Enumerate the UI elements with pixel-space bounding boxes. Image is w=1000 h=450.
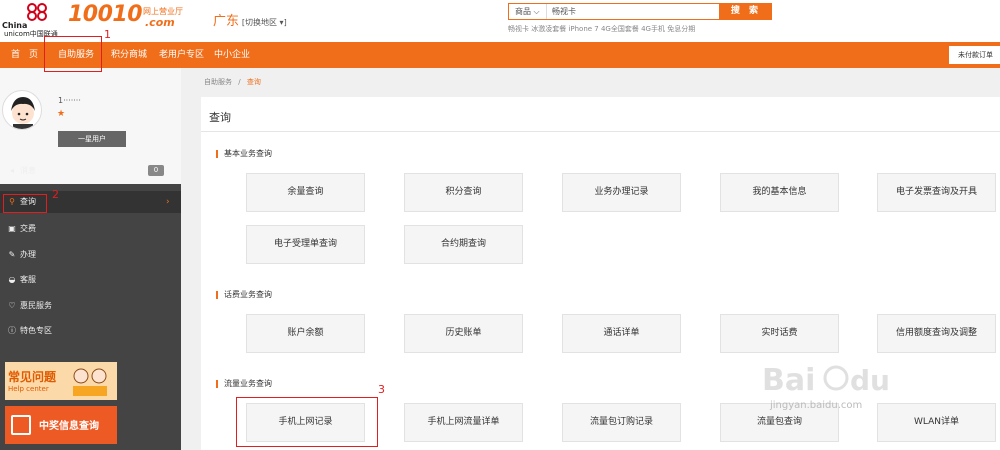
search-box: 商品 ⌵ — [508, 3, 720, 20]
heart-icon: ♡ — [8, 301, 16, 310]
section-title-data: 流量业务查询 — [216, 380, 272, 388]
annotation-number-3: 3 — [378, 383, 385, 396]
sidebar-item-payment[interactable]: ▣ 交费 — [0, 218, 181, 240]
site-header: China unicom中国联通 10010 网上营业厅 .com 广东 [切换… — [0, 0, 1000, 42]
nav-home[interactable]: 首 页 — [11, 42, 38, 68]
divider — [201, 131, 1000, 132]
section-title-basic: 基本业务查询 — [216, 150, 272, 158]
username: 1······· — [58, 96, 81, 105]
credit-limit-button[interactable]: 信用额度查询及调整 — [877, 314, 996, 353]
speaker-icon: ◂ — [9, 166, 14, 175]
business-record-button[interactable]: 业务办理记录 — [562, 173, 681, 212]
sidebar: 1······· ★ 一星用户 ◂ 消息 0 ⚲ 查询 › ▣ 交费 ✎ 办理 … — [0, 68, 181, 450]
contract-query-button[interactable]: 合约期查询 — [404, 225, 523, 264]
search-input[interactable] — [549, 4, 719, 19]
avatar-face-icon — [11, 97, 35, 129]
kids-reading-icon — [73, 368, 107, 396]
balance-query-button[interactable]: 余量查询 — [246, 173, 365, 212]
main-nav: 首 页 自助服务 积分商城 老用户专区 中小企业 未付款订单 — [0, 42, 1000, 68]
prize-banner-title: 中奖信息查询 — [39, 421, 99, 432]
unicom-knot-icon — [27, 3, 47, 21]
info-icon: ⓘ — [8, 326, 16, 335]
breadcrumb: 自助服务 / 查询 — [204, 77, 261, 87]
annotation-box-1 — [44, 36, 102, 72]
payment-icon: ▣ — [8, 224, 16, 233]
account-balance-button[interactable]: 账户余额 — [246, 314, 365, 353]
sidebar-item-label: 交费 — [20, 224, 36, 233]
annotation-number-1: 1 — [104, 28, 111, 41]
gift-icon — [11, 415, 31, 435]
annotation-box-3 — [236, 397, 378, 447]
region-switch-link[interactable]: [切换地区 ▾] — [242, 18, 287, 27]
region-selector[interactable]: 广东 [切换地区 ▾] — [213, 10, 287, 29]
avatar[interactable] — [2, 90, 42, 130]
history-bill-button[interactable]: 历史账单 — [404, 314, 523, 353]
call-detail-button[interactable]: 通话详单 — [562, 314, 681, 353]
sidebar-item-service[interactable]: ◒ 客服 — [0, 269, 181, 291]
china-unicom-logo[interactable]: China unicom中国联通 — [2, 2, 68, 38]
chevron-right-icon: › — [166, 197, 170, 207]
sidebar-item-label: 惠民服务 — [20, 301, 52, 310]
wlan-detail-button[interactable]: WLAN详单 — [877, 403, 996, 442]
prize-banner[interactable]: 中奖信息查询 — [5, 406, 117, 444]
star-icon: ★ — [57, 109, 66, 119]
basic-info-button[interactable]: 我的基本信息 — [720, 173, 839, 212]
sidebar-item-benefit[interactable]: ♡ 惠民服务 — [0, 295, 181, 317]
pen-icon: ✎ — [8, 250, 16, 259]
brand-number[interactable]: 10010 — [68, 2, 143, 27]
sidebar-item-label: 特色专区 — [20, 326, 52, 335]
realtime-fee-button[interactable]: 实时话费 — [720, 314, 839, 353]
search-category-select[interactable]: 商品 ⌵ — [509, 4, 547, 19]
sidebar-item-messages[interactable]: ◂ 消息 0 — [0, 160, 181, 182]
annotation-number-2: 2 — [52, 188, 59, 201]
mobile-data-detail-button[interactable]: 手机上网流量详单 — [404, 403, 523, 442]
nav-sme[interactable]: 中小企业 — [214, 42, 250, 68]
breadcrumb-separator: / — [238, 78, 241, 86]
annotation-box-2 — [3, 194, 47, 213]
sidebar-item-label: 客服 — [20, 275, 36, 284]
baidu-jingyan-watermark: Bai du — [762, 363, 890, 398]
nav-points-mall[interactable]: 积分商城 — [111, 42, 147, 68]
user-level-badge[interactable]: 一星用户 — [58, 131, 126, 147]
breadcrumb-current: 查询 — [246, 78, 261, 86]
brand-domain: .com — [145, 16, 175, 29]
e-receipt-query-button[interactable]: 电子受理单查询 — [246, 225, 365, 264]
svg-text:Bai: Bai — [762, 363, 815, 398]
section-title-bill: 话费业务查询 — [216, 291, 272, 299]
data-package-order-button[interactable]: 流量包订购记录 — [562, 403, 681, 442]
svg-text:du: du — [850, 364, 890, 397]
points-query-button[interactable]: 积分查询 — [404, 173, 523, 212]
faq-banner-subtitle: Help center — [8, 385, 49, 393]
watermark-url: jingyan.baidu.com — [770, 400, 863, 411]
headset-icon: ◒ — [8, 275, 16, 284]
faq-banner[interactable]: 常见问题 Help center — [5, 362, 117, 400]
sidebar-item-handle[interactable]: ✎ 办理 — [0, 244, 181, 266]
hot-search-words[interactable]: 畅视卡 冰激凌套餐 iPhone 7 4G全国套餐 4G手机 免息分期 — [508, 24, 695, 34]
nav-old-users[interactable]: 老用户专区 — [159, 42, 204, 68]
search-button[interactable]: 搜 索 — [720, 3, 772, 20]
message-count-badge: 0 — [148, 165, 164, 176]
unpaid-orders-button[interactable]: 未付款订单 — [949, 46, 1000, 64]
region-province: 广东 — [213, 14, 240, 29]
sidebar-item-label: 消息 — [20, 166, 36, 175]
sidebar-item-special[interactable]: ⓘ 特色专区 — [0, 320, 181, 342]
sidebar-item-label: 办理 — [20, 250, 36, 259]
faq-banner-title: 常见问题 — [8, 370, 57, 384]
breadcrumb-parent[interactable]: 自助服务 — [204, 78, 232, 86]
e-invoice-button[interactable]: 电子发票查询及开具 — [877, 173, 996, 212]
page-title: 查询 — [209, 111, 231, 124]
